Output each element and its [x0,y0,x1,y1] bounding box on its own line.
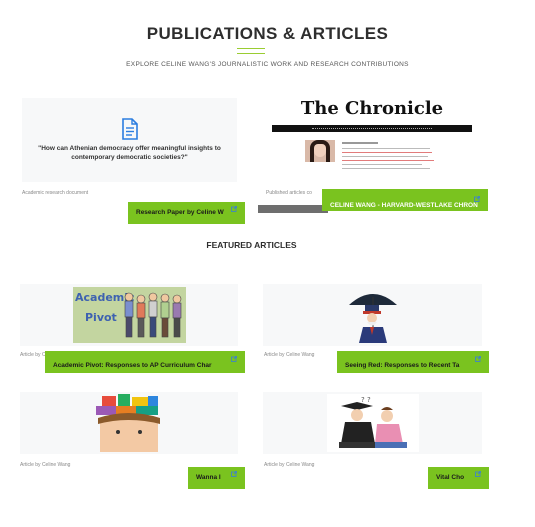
seeing-red-button[interactable]: Seeing Red: Responses to Recent Ta [337,351,489,373]
vital-cho-button-label: Vital Cho [436,474,465,481]
document-icon [122,118,138,140]
chronicle-preview: The Chronicle [272,98,472,182]
featured-heading: FEATURED ARTICLES [206,240,297,250]
research-paper-button[interactable]: Research Paper by Celine W [128,202,245,224]
page-title: PUBLICATIONS & ARTICLES [146,24,389,43]
external-link-icon [475,471,481,477]
academic-pivot-button-label: Academic Pivot: Responses to AP Curricul… [53,362,212,369]
featured-card-vital-cho: ? ? [263,392,482,454]
wanna-button-label: Wanna I [196,474,221,481]
external-link-icon [475,356,481,362]
academic-pivot-button[interactable]: Academic Pivot: Responses to AP Curricul… [45,351,245,373]
uncle-sam-umbrella-image [349,294,397,343]
vital-cho-button[interactable]: Vital Cho [428,467,489,489]
external-link-icon [474,196,480,202]
featured-card-academic-pivot: Academic Pivot [20,284,238,346]
featured-caption-1: Article by C [20,352,46,358]
progress-track [258,205,328,213]
chronicle-button-label: CELINE WANG - HARVARD-WESTLAKE CHRON [330,202,478,209]
featured-caption-2: Article by Celine Wang [264,352,315,358]
featured-card-wanna [20,392,238,454]
graduates-image: ? ? [327,394,419,452]
head-full-of-books-image [96,394,160,452]
research-quote: "How can Athenian democracy offer meanin… [38,145,221,161]
title-underline [237,48,265,54]
academic-pivot-image: Academic Pivot [73,287,186,343]
wanna-button[interactable]: Wanna I [188,467,245,489]
external-link-icon [231,206,237,212]
chronicle-caption: Published articles co [266,190,312,196]
chronicle-masthead: The Chronicle [300,98,444,119]
students-illustration [124,292,182,338]
research-caption: Academic research document [22,190,89,196]
featured-card-seeing-red [263,284,482,346]
author-photo [305,140,335,162]
research-paper-card: "How can Athenian democracy offer meanin… [22,98,237,182]
research-paper-button-label: Research Paper by Celine W [136,209,224,216]
seeing-red-button-label: Seeing Red: Responses to Recent Ta [345,362,460,369]
chronicle-nav-bar [272,125,472,132]
chronicle-button[interactable]: CELINE WANG - HARVARD-WESTLAKE CHRON [322,189,488,211]
external-link-icon [231,356,237,362]
page-subtitle: EXPLORE CELINE WANG'S JOURNALISTIC WORK … [126,61,409,68]
featured-caption-4: Article by Celine Wang [264,462,315,468]
featured-caption-3: Article by Celine Wang [20,462,71,468]
svg-text:? ?: ? ? [361,396,371,404]
external-link-icon [231,471,237,477]
